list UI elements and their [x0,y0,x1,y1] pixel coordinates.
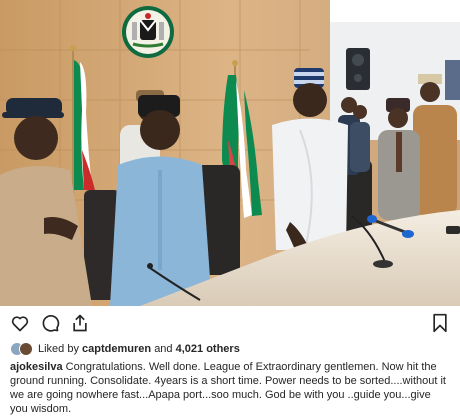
share-icon[interactable] [69,312,91,334]
likes-text: Liked by captdemuren and 4,021 others [38,343,240,355]
post-image [0,0,460,306]
caption-username-link[interactable]: ajokesilva [10,361,63,373]
likes-connector: and [154,343,173,355]
post-actions-bar [0,306,460,340]
likes-summary: Liked by captdemuren and 4,021 others [10,340,240,358]
liker-username-link[interactable]: captdemuren [82,343,151,355]
bookmark-icon[interactable] [429,312,451,334]
likes-prefix: Liked by [38,343,79,355]
comment-icon[interactable] [39,312,61,334]
heart-icon[interactable] [9,312,31,334]
caption-text: Congratulations. Well done. League of Ex… [10,361,446,415]
liker-avatar[interactable] [19,342,33,356]
post-photo[interactable] [0,0,460,306]
likes-count-link[interactable]: 4,021 others [176,343,240,355]
post-caption: ajokesilva Congratulations. Well done. L… [10,360,450,416]
coat-of-arms-seal [122,6,174,58]
